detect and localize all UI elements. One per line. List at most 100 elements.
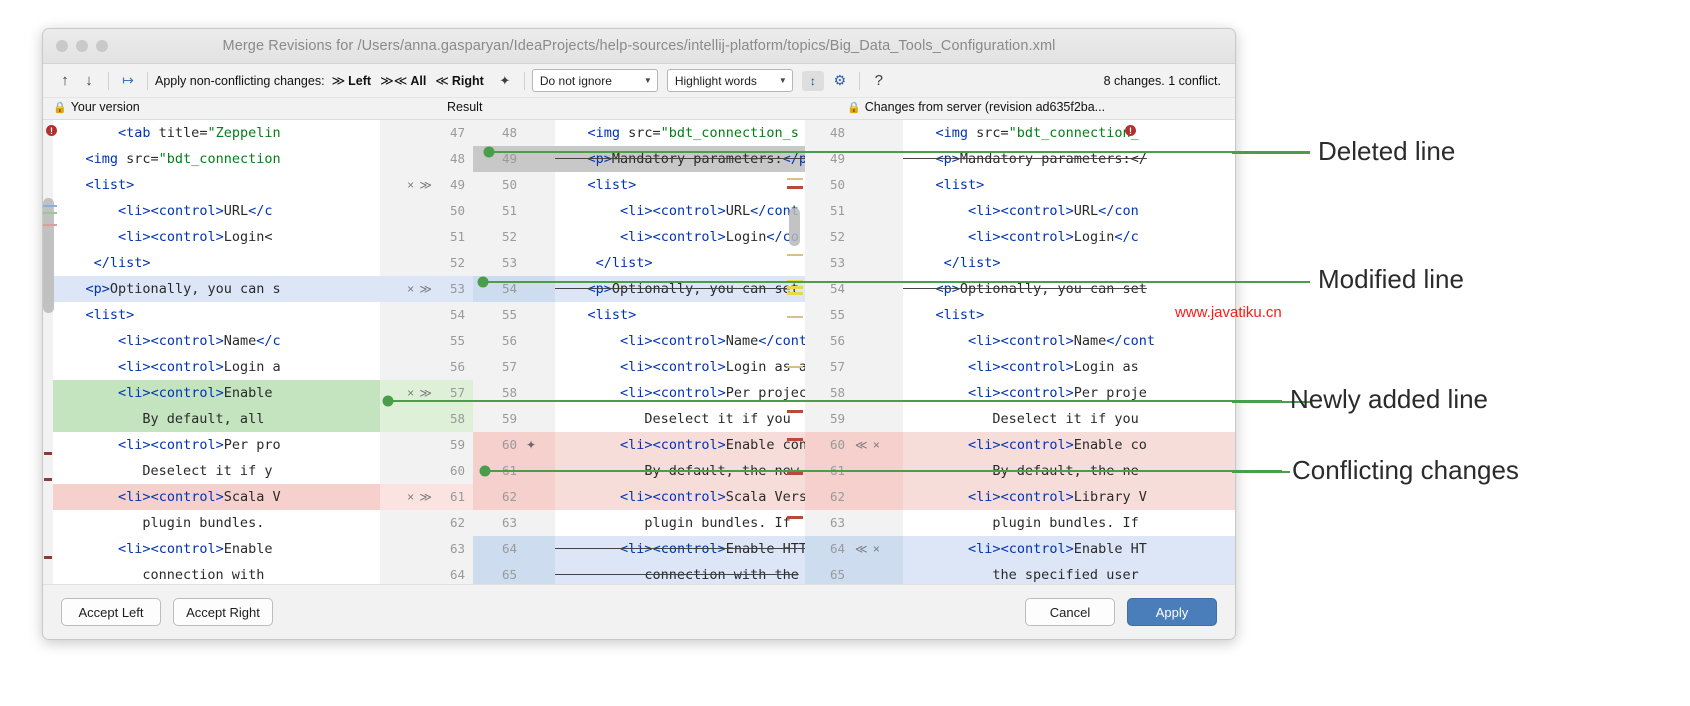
center-gutter[interactable]: 48 49 50 51 52 53 54 55 56 57 58 59 60 ✦ 61 62 63 64 65 (473, 120, 555, 584)
code-line[interactable]: <list> (903, 172, 1235, 198)
code-line[interactable]: <li><control>Login< (53, 224, 380, 250)
code-line[interactable]: <li><control>URL</con (903, 198, 1235, 224)
code-line[interactable]: <li><control>Login</co (555, 224, 805, 250)
collapse-unchanged-toggle[interactable]: ↕ (801, 70, 824, 91)
gutter-row[interactable]: 52 (473, 224, 555, 250)
error-marker-icon[interactable]: ! (1125, 125, 1136, 136)
code-line[interactable]: <li><control>Per proje (903, 380, 1235, 406)
code-line[interactable]: Deselect it if you (555, 406, 805, 432)
code-line[interactable]: <list> (555, 172, 805, 198)
gutter-row[interactable]: 51 (805, 198, 903, 224)
gutter-row[interactable]: 63 (805, 510, 903, 536)
code-line[interactable]: <img src="bdt_connection_ (903, 120, 1235, 146)
code-line[interactable]: <p>Mandatory parameters:</ (903, 146, 1235, 172)
gutter-row[interactable]: 50 (380, 198, 473, 224)
code-line[interactable]: <list> (555, 302, 805, 328)
highlight-policy-select[interactable]: Highlight words ▼ (666, 69, 793, 92)
apply-right-button[interactable]: ≪ Right (435, 73, 484, 89)
code-line[interactable]: Deselect it if y (53, 458, 380, 484)
gutter-row[interactable]: 64 (473, 536, 555, 562)
gutter-row[interactable]: 55 (380, 328, 473, 354)
left-editor-pane[interactable]: <tab title="Zeppelin <img src="bdt_conne… (43, 120, 380, 584)
gutter-row[interactable]: 62 (805, 484, 903, 510)
magic-resolve-icon[interactable]: ✦ (493, 70, 517, 92)
gutter-row[interactable]: 54 (473, 276, 555, 302)
apply-all-button[interactable]: ≫≪ All (380, 73, 426, 89)
gutter-row[interactable]: 59 (380, 432, 473, 458)
gutter-row[interactable]: 53 (805, 250, 903, 276)
code-line[interactable]: <li><control>Per projec (555, 380, 805, 406)
center-code-column[interactable]: <img src="bdt_connection_s <p>Mandatory … (555, 120, 805, 584)
code-line[interactable]: </list> (903, 250, 1235, 276)
previous-difference-icon[interactable]: ↑ (53, 70, 77, 92)
left-code-column[interactable]: <tab title="Zeppelin <img src="bdt_conne… (53, 120, 380, 584)
gutter-row[interactable]: 61 (473, 458, 555, 484)
gutter-row[interactable]: 61 (805, 458, 903, 484)
right-gutter[interactable]: 48 49 50 51 52 53 54 55 56 57 58 59 60 ≪ × 61 62 63 64 ≪ ×… (805, 120, 903, 584)
ignore-policy-select[interactable]: Do not ignore ▼ (531, 69, 658, 92)
code-line[interactable]: <li><control>Enable con (555, 432, 805, 458)
right-editor-pane[interactable]: <img src="bdt_connection_ <p>Mandatory p… (903, 120, 1235, 584)
apply-change-actions[interactable]: × ≫ (407, 380, 433, 406)
code-line[interactable]: </list> (555, 250, 805, 276)
gutter-row[interactable]: 59 (473, 406, 555, 432)
code-line[interactable]: <li><control>Login as (903, 354, 1235, 380)
gutter-row[interactable]: 63 (473, 510, 555, 536)
gutter-row[interactable]: 48 (473, 120, 555, 146)
code-line[interactable]: <li><control>Enable co (903, 432, 1235, 458)
gutter-row[interactable]: 55 (473, 302, 555, 328)
gutter-row[interactable]: 65 (805, 562, 903, 584)
apply-left-button[interactable]: ≫ Left (332, 73, 372, 89)
gutter-row[interactable]: 57 (805, 354, 903, 380)
code-line[interactable]: plugin bundles. If (903, 510, 1235, 536)
gutter-row[interactable]: 51 (473, 198, 555, 224)
code-line[interactable]: <li><control>Per pro (53, 432, 380, 458)
apply-change-actions[interactable]: ≪ × (855, 536, 881, 562)
code-line[interactable]: <li><control>Enable (53, 380, 380, 406)
apply-button[interactable]: Apply (1127, 598, 1217, 626)
gutter-row[interactable]: 48 (380, 146, 473, 172)
apply-change-actions[interactable]: × ≫ (407, 172, 433, 198)
code-line[interactable]: <li><control>Library V (903, 484, 1235, 510)
code-line[interactable]: <list> (53, 302, 380, 328)
settings-button[interactable]: ⚙ (828, 70, 852, 92)
gutter-row[interactable]: 62 (380, 510, 473, 536)
gutter-row[interactable]: 52 (380, 250, 473, 276)
maximize-button[interactable] (96, 40, 108, 52)
gutter-row[interactable]: 58 (805, 380, 903, 406)
code-line[interactable]: <li><control>Login as a (555, 354, 805, 380)
code-line[interactable]: <img src="bdt_connection (53, 146, 380, 172)
help-button[interactable]: ? (867, 70, 891, 92)
gutter-row[interactable]: 54 (805, 276, 903, 302)
code-line[interactable]: <p>Optionally, you can s (53, 276, 380, 302)
apply-all-changes-icon[interactable]: ↦ (116, 70, 140, 92)
apply-change-actions[interactable]: ≪ × (855, 432, 881, 458)
apply-change-actions[interactable]: × ≫ (407, 484, 433, 510)
gutter-row[interactable]: 53 (473, 250, 555, 276)
accept-right-button[interactable]: Accept Right (173, 598, 273, 626)
left-scrollbar-thumb[interactable] (43, 198, 54, 313)
cancel-button[interactable]: Cancel (1025, 598, 1115, 626)
code-line[interactable]: </list> (53, 250, 380, 276)
code-line[interactable]: <li><control>URL</c (53, 198, 380, 224)
code-line[interactable]: <li><control>Enable (53, 536, 380, 562)
code-line[interactable]: <p>Mandatory parameters:</p (555, 146, 805, 172)
code-line[interactable]: <li><control>URL</cont (555, 198, 805, 224)
gutter-row[interactable]: 58 (473, 380, 555, 406)
gutter-row[interactable]: × ≫ 57 (380, 380, 473, 406)
gutter-row[interactable]: 48 (805, 120, 903, 146)
code-line[interactable]: <li><control>Name</c (53, 328, 380, 354)
gutter-row[interactable]: × ≫ 61 (380, 484, 473, 510)
gutter-row[interactable]: 55 (805, 302, 903, 328)
gutter-row[interactable]: 60 ✦ (473, 432, 555, 458)
gutter-row[interactable]: 65 (473, 562, 555, 584)
code-line[interactable]: connection with (53, 562, 380, 584)
code-line[interactable]: <li><control>Login</c (903, 224, 1235, 250)
left-gutter[interactable]: 47 48 × ≫ 49 50 51 52 × ≫ 53 54 55 56 × ≫ 57 58 59 60 × ≫… (380, 120, 473, 584)
code-line[interactable]: By default, the ne (903, 458, 1235, 484)
next-difference-icon[interactable]: ↓ (77, 70, 101, 92)
apply-change-actions[interactable]: × ≫ (407, 276, 433, 302)
code-line[interactable]: Deselect it if you (903, 406, 1235, 432)
gutter-row[interactable]: 49 (805, 146, 903, 172)
gutter-row[interactable]: × ≫ 53 (380, 276, 473, 302)
